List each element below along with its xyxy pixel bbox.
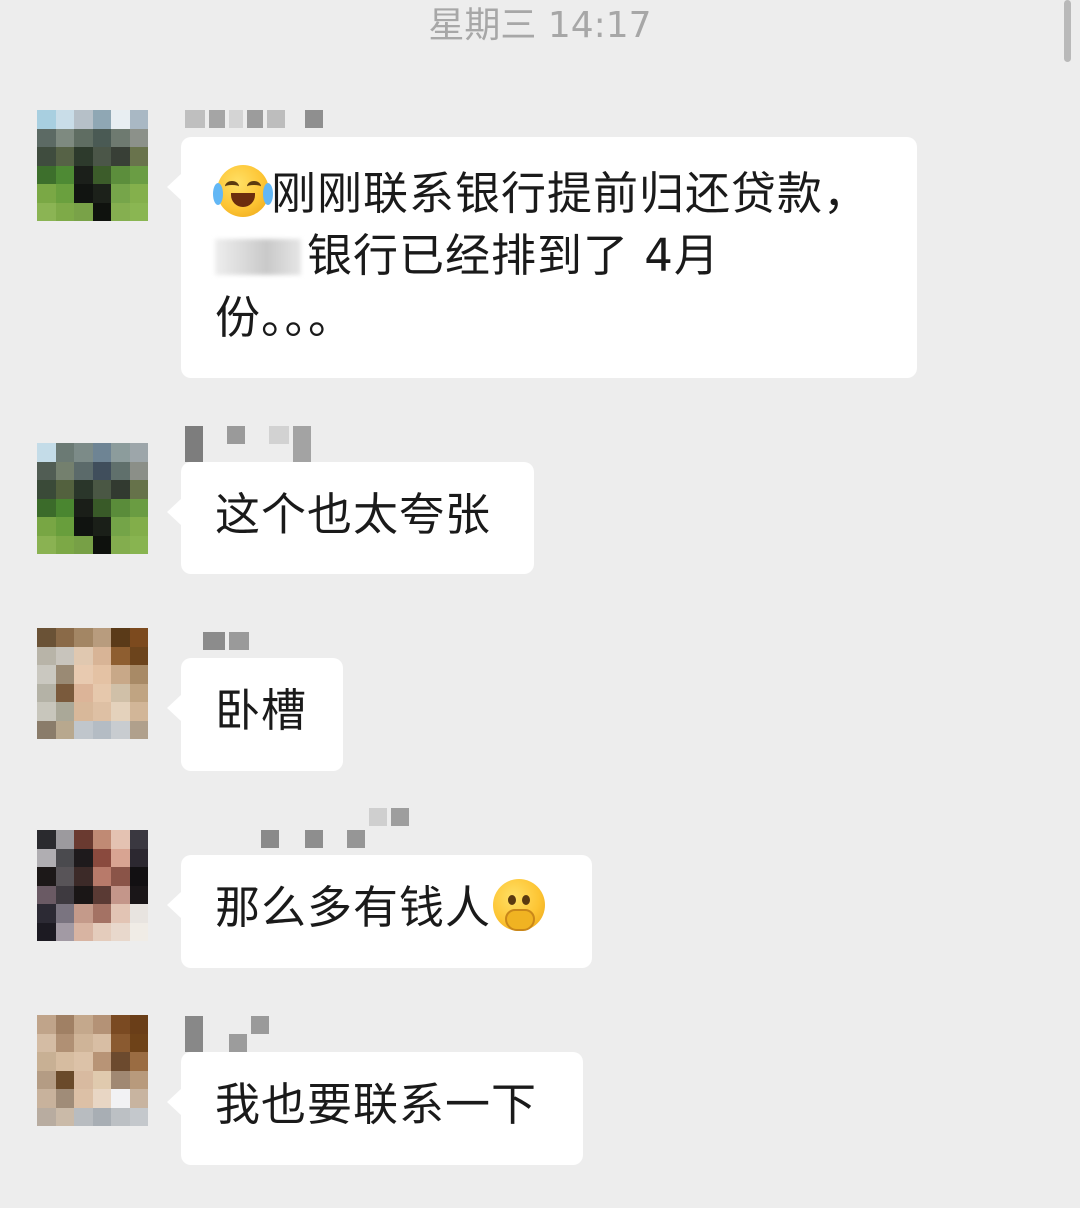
sender-name-redacted bbox=[185, 422, 311, 462]
avatar[interactable] bbox=[37, 1015, 148, 1126]
message-line: 份。。。 bbox=[215, 291, 355, 344]
loudly-crying-face-icon bbox=[213, 165, 273, 217]
message-bubble[interactable]: 卧槽 bbox=[167, 658, 343, 771]
avatar[interactable] bbox=[37, 443, 148, 554]
message-text: 这个也太夸张 bbox=[215, 488, 492, 541]
message-text: 那么多有钱人 bbox=[215, 881, 492, 934]
thinking-face-icon bbox=[493, 879, 546, 931]
avatar[interactable] bbox=[37, 110, 148, 221]
sender-name-redacted bbox=[185, 610, 249, 650]
message-bubble[interactable]: 我也要联系一下 bbox=[167, 1052, 583, 1165]
avatar[interactable] bbox=[37, 830, 148, 941]
message-line: 银行已经排到了 4月 bbox=[215, 225, 883, 287]
message-text: 卧槽 bbox=[215, 684, 308, 737]
avatar[interactable] bbox=[37, 628, 148, 739]
message-bubble[interactable]: 刚刚联系银行提前归还贷款， 银行已经排到了 4月 份。。。 bbox=[167, 137, 917, 378]
message-bubble[interactable]: 那么多有钱人 bbox=[167, 855, 592, 968]
sender-name-redacted bbox=[185, 1012, 269, 1052]
sender-name-redacted bbox=[185, 88, 323, 128]
message-bubble[interactable]: 这个也太夸张 bbox=[167, 462, 534, 574]
message-line: 刚刚联系银行提前归还贷款， bbox=[213, 163, 883, 225]
scrollbar[interactable] bbox=[1064, 0, 1071, 62]
message-text: 我也要联系一下 bbox=[215, 1078, 538, 1131]
sender-name-redacted bbox=[185, 808, 409, 848]
chat-timestamp: 星期三 14:17 bbox=[428, 5, 652, 46]
redacted-text bbox=[215, 239, 301, 275]
